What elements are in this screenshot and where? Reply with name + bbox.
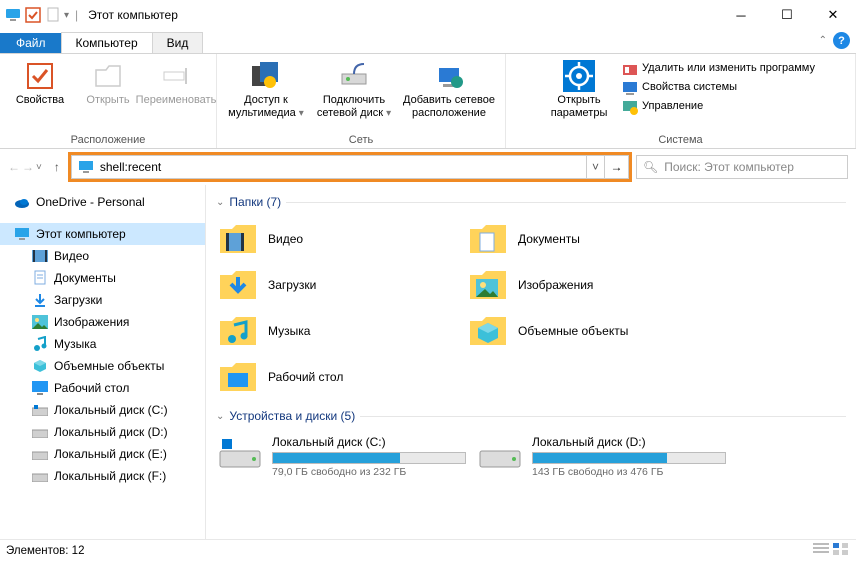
cloud-icon	[14, 194, 30, 210]
address-input[interactable]: shell:recent	[100, 160, 586, 174]
go-button[interactable]: →	[605, 155, 629, 179]
drive-c[interactable]: Локальный диск (C:) 79,0 ГБ свободно из …	[212, 431, 472, 482]
tab-view[interactable]: Вид	[152, 32, 204, 53]
monitor-icon	[76, 157, 96, 177]
address-highlight: shell:recent ˅ →	[68, 152, 632, 182]
tree-drive-e[interactable]: Локальный диск (E:)	[0, 443, 205, 465]
manage-button[interactable]: Управление	[619, 98, 818, 116]
folder-3d-objects[interactable]: Объемные объекты	[462, 309, 712, 353]
monitor-icon	[4, 6, 22, 24]
tree-onedrive[interactable]: OneDrive - Personal	[0, 191, 205, 213]
drive-icon	[32, 446, 48, 462]
open-settings-button[interactable]: Открыть параметры	[543, 58, 615, 120]
search-input[interactable]: 🔍︎ Поиск: Этот компьютер	[636, 155, 848, 179]
window-title: Этот компьютер	[88, 8, 178, 22]
system-properties-button[interactable]: Свойства системы	[619, 79, 818, 97]
tab-computer[interactable]: Компьютер	[61, 32, 153, 53]
uninstall-program-button[interactable]: Удалить или изменить программу	[619, 60, 818, 78]
video-icon	[32, 248, 48, 264]
group-location-label: Расположение	[71, 133, 146, 147]
view-details-icon[interactable]	[812, 542, 830, 559]
search-icon: 🔍︎	[643, 160, 658, 174]
properties-button[interactable]: Свойства	[8, 58, 72, 107]
qa-doc-icon[interactable]	[44, 6, 62, 24]
address-row: ← → ˅ ↑ shell:recent ˅ → 🔍︎ Поиск: Этот …	[0, 149, 856, 185]
tree-images[interactable]: Изображения	[0, 311, 205, 333]
drive-icon	[32, 468, 48, 484]
tree-drive-c[interactable]: Локальный диск (C:)	[0, 399, 205, 421]
tree-3d-objects[interactable]: Объемные объекты	[0, 355, 205, 377]
drive-usage-bar	[532, 452, 726, 464]
view-icons-icon[interactable]	[832, 542, 850, 559]
image-icon	[32, 314, 48, 330]
desktop-icon	[32, 380, 48, 396]
section-folders-header[interactable]: ⌄Папки (7)	[216, 195, 856, 209]
tree-drive-f[interactable]: Локальный диск (F:)	[0, 465, 205, 487]
address-dropdown-icon[interactable]: ˅	[586, 156, 604, 178]
folder-music[interactable]: Музыка	[212, 309, 462, 353]
section-drives-header[interactable]: ⌄Устройства и диски (5)	[216, 409, 856, 423]
map-network-drive-button[interactable]: Подключить сетевой диск ▾	[311, 58, 397, 120]
titlebar: ▾ | Этот компьютер ─ ☐ ✕	[0, 0, 856, 30]
download-icon	[32, 292, 48, 308]
add-network-location-button[interactable]: Добавить сетевое расположение	[401, 58, 497, 120]
drive-icon	[32, 402, 48, 418]
maximize-button[interactable]: ☐	[764, 0, 810, 30]
tree-downloads[interactable]: Загрузки	[0, 289, 205, 311]
group-network-label: Сеть	[349, 133, 373, 147]
tree-drive-d[interactable]: Локальный диск (D:)	[0, 421, 205, 443]
ribbon: Свойства Открыть Переименовать Расположе…	[0, 54, 856, 149]
drive-icon	[32, 424, 48, 440]
history-dropdown-icon[interactable]: ˅	[36, 162, 42, 173]
qa-dropdown-icon[interactable]: ▾	[64, 10, 69, 21]
navigation-tree[interactable]: OneDrive - Personal Этот компьютер Видео…	[0, 185, 206, 539]
folder-video[interactable]: Видео	[212, 217, 462, 261]
forward-button[interactable]: →	[22, 160, 34, 174]
chevron-down-icon: ⌄	[216, 197, 224, 208]
tree-documents[interactable]: Документы	[0, 267, 205, 289]
item-count: Элементов: 12	[6, 545, 84, 557]
up-button[interactable]: ↑	[50, 160, 64, 174]
monitor-icon	[14, 226, 30, 242]
music-icon	[32, 336, 48, 352]
tree-desktop[interactable]: Рабочий стол	[0, 377, 205, 399]
minimize-button[interactable]: ─	[718, 0, 764, 30]
address-bar[interactable]: shell:recent ˅	[71, 155, 605, 179]
tree-this-pc[interactable]: Этот компьютер	[0, 223, 205, 245]
content-pane: ⌄Папки (7) Видео Документы Загрузки Изоб…	[206, 185, 856, 539]
cube-icon	[32, 358, 48, 374]
folder-images[interactable]: Изображения	[462, 263, 712, 307]
qa-checkbox-icon[interactable]	[24, 6, 42, 24]
tree-video[interactable]: Видео	[0, 245, 205, 267]
folder-desktop[interactable]: Рабочий стол	[212, 355, 462, 399]
chevron-down-icon: ⌄	[216, 411, 224, 422]
ribbon-tabs: Файл Компьютер Вид ⌃ ?	[0, 30, 856, 54]
drive-usage-bar	[272, 452, 466, 464]
rename-button: Переименовать	[144, 58, 208, 107]
collapse-ribbon-icon[interactable]: ⌃	[819, 35, 827, 46]
help-icon[interactable]: ?	[833, 32, 850, 49]
close-button[interactable]: ✕	[810, 0, 856, 30]
drive-d[interactable]: Локальный диск (D:) 143 ГБ свободно из 4…	[472, 431, 732, 482]
open-button: Открыть	[76, 58, 140, 107]
folder-downloads[interactable]: Загрузки	[212, 263, 462, 307]
media-access-button[interactable]: Доступ к мультимедиа ▾	[225, 58, 307, 120]
group-system-label: Система	[658, 133, 702, 147]
folder-documents[interactable]: Документы	[462, 217, 712, 261]
status-bar: Элементов: 12	[0, 539, 856, 561]
document-icon	[32, 270, 48, 286]
tree-music[interactable]: Музыка	[0, 333, 205, 355]
back-button[interactable]: ←	[8, 160, 20, 174]
tab-file[interactable]: Файл	[0, 33, 62, 53]
